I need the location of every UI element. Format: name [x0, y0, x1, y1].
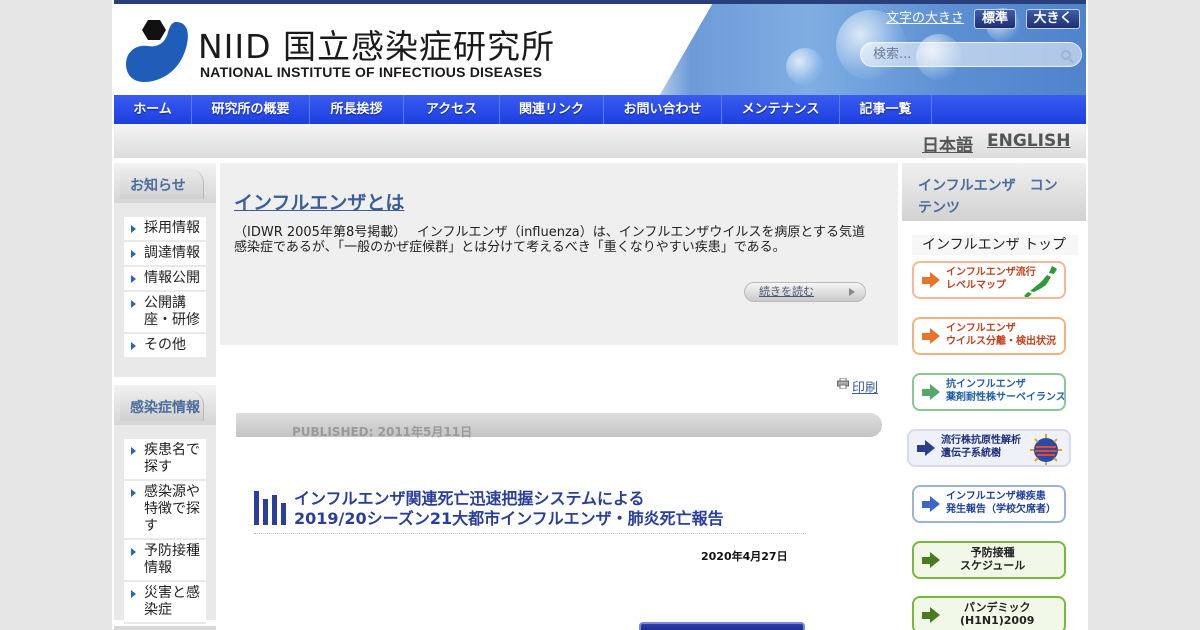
logo-subtitle: NATIONAL INSTITUTE OF INFECTIOUS DISEASE…: [200, 64, 543, 80]
next-box-edge: [114, 626, 216, 630]
font-size-large-button[interactable]: 大きく: [1026, 9, 1080, 29]
arrow-right-icon: [922, 272, 940, 288]
banner-virus-isolation-line1: インフルエンザ: [946, 323, 1016, 334]
report-date: 2020年4月27日: [701, 550, 788, 563]
banner-drug-resistance-line2: 薬剤耐性株サーベイランス: [946, 392, 1066, 403]
report-link-button[interactable]: [639, 622, 805, 630]
nav-item-maintenance[interactable]: メンテナンス: [722, 95, 840, 124]
arrow-right-icon: [922, 607, 940, 623]
influenza-contents-box: インフルエンザ コンテンツ インフルエンザ トップ インフルエンザ流行 レベルマ…: [902, 163, 1086, 630]
report-title-line1: インフルエンザ関連死亡迅速把握システムによる: [294, 489, 645, 508]
banner-ili-report-line2: 発生報告（学校欠席者）: [946, 504, 1056, 515]
niid-logo-icon: [126, 20, 188, 82]
header: NIID 国立感染症研究所 NATIONAL INSTITUTE OF INFE…: [114, 4, 1086, 95]
banner-vaccination-schedule[interactable]: 予防接種 スケジュール: [912, 541, 1066, 579]
disease-info-box: 感染症情報 疾患名で探す 感染源や特徴で探す 予防接種情報 災害と感染症: [114, 385, 216, 624]
nav-item-contact[interactable]: お問い合わせ: [604, 95, 722, 124]
sidebar-item-disaster[interactable]: 災害と感染症: [124, 582, 206, 624]
search-input[interactable]: 検索...: [860, 42, 1082, 67]
sidebar-item-by-disease[interactable]: 疾患名で探す: [124, 439, 206, 481]
printer-icon[interactable]: [837, 378, 849, 389]
banner-virus-isolation-line2: ウイルス分離・検出状況: [946, 336, 1056, 347]
article-summary: （IDWR 2005年第8号掲載） インフルエンザ（influenza）は、イン…: [234, 225, 865, 255]
influenza-contents-header: インフルエンザ コンテンツ: [902, 163, 1086, 221]
news-box-header: お知らせ: [114, 163, 216, 203]
banner-vaccination-schedule-line1: 予防接種: [970, 546, 1015, 559]
language-bar: 日本語 ENGLISH: [114, 124, 1086, 158]
report-title-line2: 2019/20シーズン21大都市インフルエンザ・肺炎死亡報告: [294, 509, 724, 528]
disease-list: 疾患名で探す 感染源や特徴で探す 予防接種情報 災害と感染症: [114, 425, 216, 630]
logo-title[interactable]: NIID 国立感染症研究所: [198, 20, 555, 68]
sidebar-item-other[interactable]: その他: [124, 334, 206, 359]
bubble-decoration: [786, 48, 824, 86]
banner-pandemic-line1: パンデミック: [963, 601, 1031, 614]
nav-item-about[interactable]: 研究所の概要: [192, 95, 310, 124]
print-link[interactable]: 印刷: [852, 377, 878, 396]
read-more-button[interactable]: 続きを読む: [744, 282, 866, 302]
banner-pandemic-h1n1[interactable]: パンデミック (H1N1)2009: [912, 596, 1066, 630]
lang-japanese-link[interactable]: 日本語: [922, 131, 973, 156]
arrow-right-icon: [922, 328, 940, 344]
sidebar-item-recruit[interactable]: 採用情報: [124, 217, 206, 242]
search-icon[interactable]: [1061, 50, 1071, 60]
banner-level-map[interactable]: インフルエンザ流行 レベルマップ: [912, 261, 1066, 299]
arrow-right-icon: [917, 440, 935, 456]
article-title-link[interactable]: インフルエンザとは: [234, 188, 404, 215]
sidebar-item-vaccination[interactable]: 予防接種情報: [124, 540, 206, 582]
disease-box-title: 感染症情報: [130, 400, 200, 416]
banner-drug-resistance-line1: 抗インフルエンザ: [946, 379, 1026, 390]
nav-item-greeting[interactable]: 所長挨拶: [310, 95, 404, 124]
published-bar: PUBLISHED: 2011年5月11日: [236, 413, 882, 439]
news-box-title: お知らせ: [130, 178, 186, 194]
banner-virus-isolation[interactable]: インフルエンザ ウイルス分離・検出状況: [912, 317, 1066, 355]
banner-ili-report-line1: インフルエンザ様疾患: [946, 491, 1046, 502]
banner-drug-resistance[interactable]: 抗インフルエンザ 薬剤耐性株サーベイランス: [912, 373, 1066, 411]
published-date: PUBLISHED: 2011年5月11日: [292, 425, 473, 439]
search-placeholder: 検索...: [873, 47, 912, 62]
nav-item-articles[interactable]: 記事一覧: [840, 95, 932, 124]
nav-item-home[interactable]: ホーム: [114, 95, 192, 124]
banner-vaccination-schedule-line2: スケジュール: [960, 559, 1026, 572]
featured-article: インフルエンザとは （IDWR 2005年第8号掲載） インフルエンザ（infl…: [220, 163, 898, 345]
japan-map-icon: [1024, 266, 1057, 297]
nav-item-links[interactable]: 関連リンク: [500, 95, 604, 124]
influenza-contents-title: インフルエンザ コンテンツ: [918, 178, 1058, 216]
disease-box-header: 感染症情報: [114, 385, 216, 425]
nav-item-access[interactable]: アクセス: [404, 95, 500, 124]
arrow-right-icon: [922, 384, 940, 400]
banner-antigenic-analysis-line2: 遺伝子系統樹: [941, 448, 1001, 459]
report-divider: [254, 533, 806, 534]
virus-icon: [1030, 434, 1062, 465]
arrow-right-icon: [922, 496, 940, 512]
arrow-right-icon: [922, 552, 940, 568]
news-list: 採用情報 調達情報 情報公開 公開講座・研修 その他: [114, 203, 216, 369]
page: NIID 国立感染症研究所 NATIONAL INSTITUTE OF INFE…: [112, 0, 1088, 630]
report-title: インフルエンザ関連死亡迅速把握システムによる 2019/20シーズン21大都市イ…: [294, 489, 724, 529]
font-size-standard-button[interactable]: 標準: [974, 9, 1016, 29]
banner-antigenic-analysis[interactable]: 流行株抗原性解析 遺伝子系統樹: [907, 429, 1071, 467]
banner-antigenic-analysis-line1: 流行株抗原性解析: [941, 435, 1021, 446]
news-box: お知らせ 採用情報 調達情報 情報公開 公開講座・研修 その他: [114, 163, 216, 377]
sidebar-item-by-source[interactable]: 感染源や特徴で探す: [124, 481, 206, 540]
main-nav: ホーム 研究所の概要 所長挨拶 アクセス 関連リンク お問い合わせ メンテナンス…: [114, 95, 1086, 124]
sidebar-item-disclosure[interactable]: 情報公開: [124, 267, 206, 292]
banner-ili-report[interactable]: インフルエンザ様疾患 発生報告（学校欠席者）: [912, 485, 1066, 523]
sidebar-item-procurement[interactable]: 調達情報: [124, 242, 206, 267]
lang-english-link[interactable]: ENGLISH: [987, 131, 1070, 151]
font-size-label: 文字の大きさ: [886, 11, 965, 26]
influenza-top-link[interactable]: インフルエンザ トップ: [912, 235, 1078, 255]
report-bars-icon: [254, 491, 286, 525]
sidebar-item-lectures[interactable]: 公開講座・研修: [124, 292, 206, 334]
banner-pandemic-line2: (H1N1)2009: [960, 614, 1035, 627]
